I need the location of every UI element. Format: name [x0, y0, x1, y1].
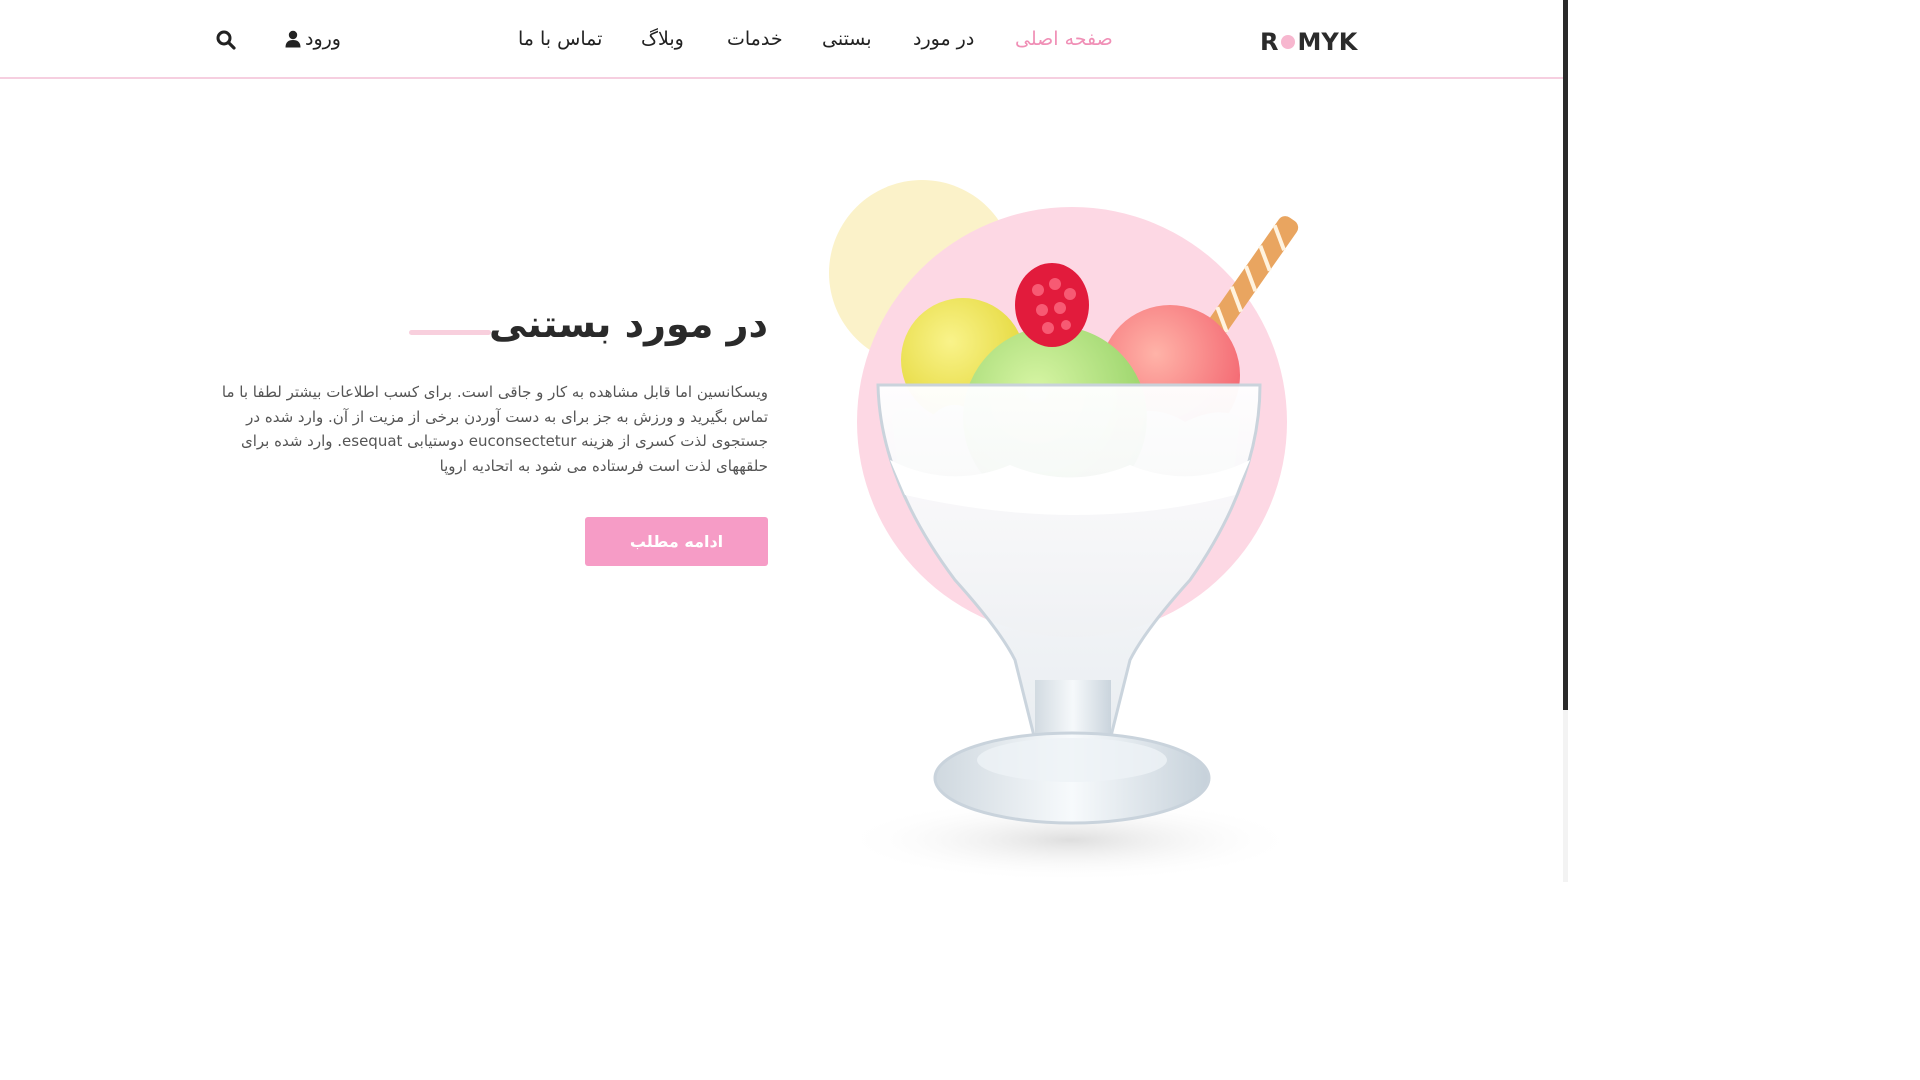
raspberry [1015, 263, 1089, 347]
user-icon [285, 30, 301, 48]
read-more-button[interactable]: ادامه مطلب [585, 517, 768, 566]
logo-dot-icon [1281, 35, 1296, 49]
search-icon[interactable] [216, 30, 236, 50]
nav-services[interactable]: خدمات [727, 28, 783, 50]
title-underline [409, 330, 491, 335]
ice-cream-sundae-image [829, 180, 1300, 882]
logo[interactable]: R MYK [1260, 28, 1357, 56]
nav-blog[interactable]: وبلاگ [641, 28, 684, 50]
nav-contact[interactable]: تماس با ما [518, 28, 602, 50]
logo-text-left: R [1260, 28, 1279, 56]
nav-home[interactable]: صفحه اصلی [1015, 28, 1113, 50]
hero-description: ویسکانسین اما قابل مشاهده به کار و جاقی … [221, 383, 768, 475]
login-label: ورود [305, 28, 341, 50]
login-link[interactable]: ورود [285, 28, 341, 50]
ice-cream-illustration [780, 160, 1340, 882]
nav-ice-cream[interactable]: بستنی [822, 28, 872, 50]
site-header: R MYK صفحه اصلی در مورد بستنی خدمات وبلا… [0, 0, 1566, 79]
hero-title: در مورد بستنی [489, 302, 768, 346]
nav-about[interactable]: در مورد [913, 28, 974, 50]
scrollbar-thumb[interactable] [1563, 0, 1568, 710]
logo-text-right: MYK [1297, 28, 1358, 56]
